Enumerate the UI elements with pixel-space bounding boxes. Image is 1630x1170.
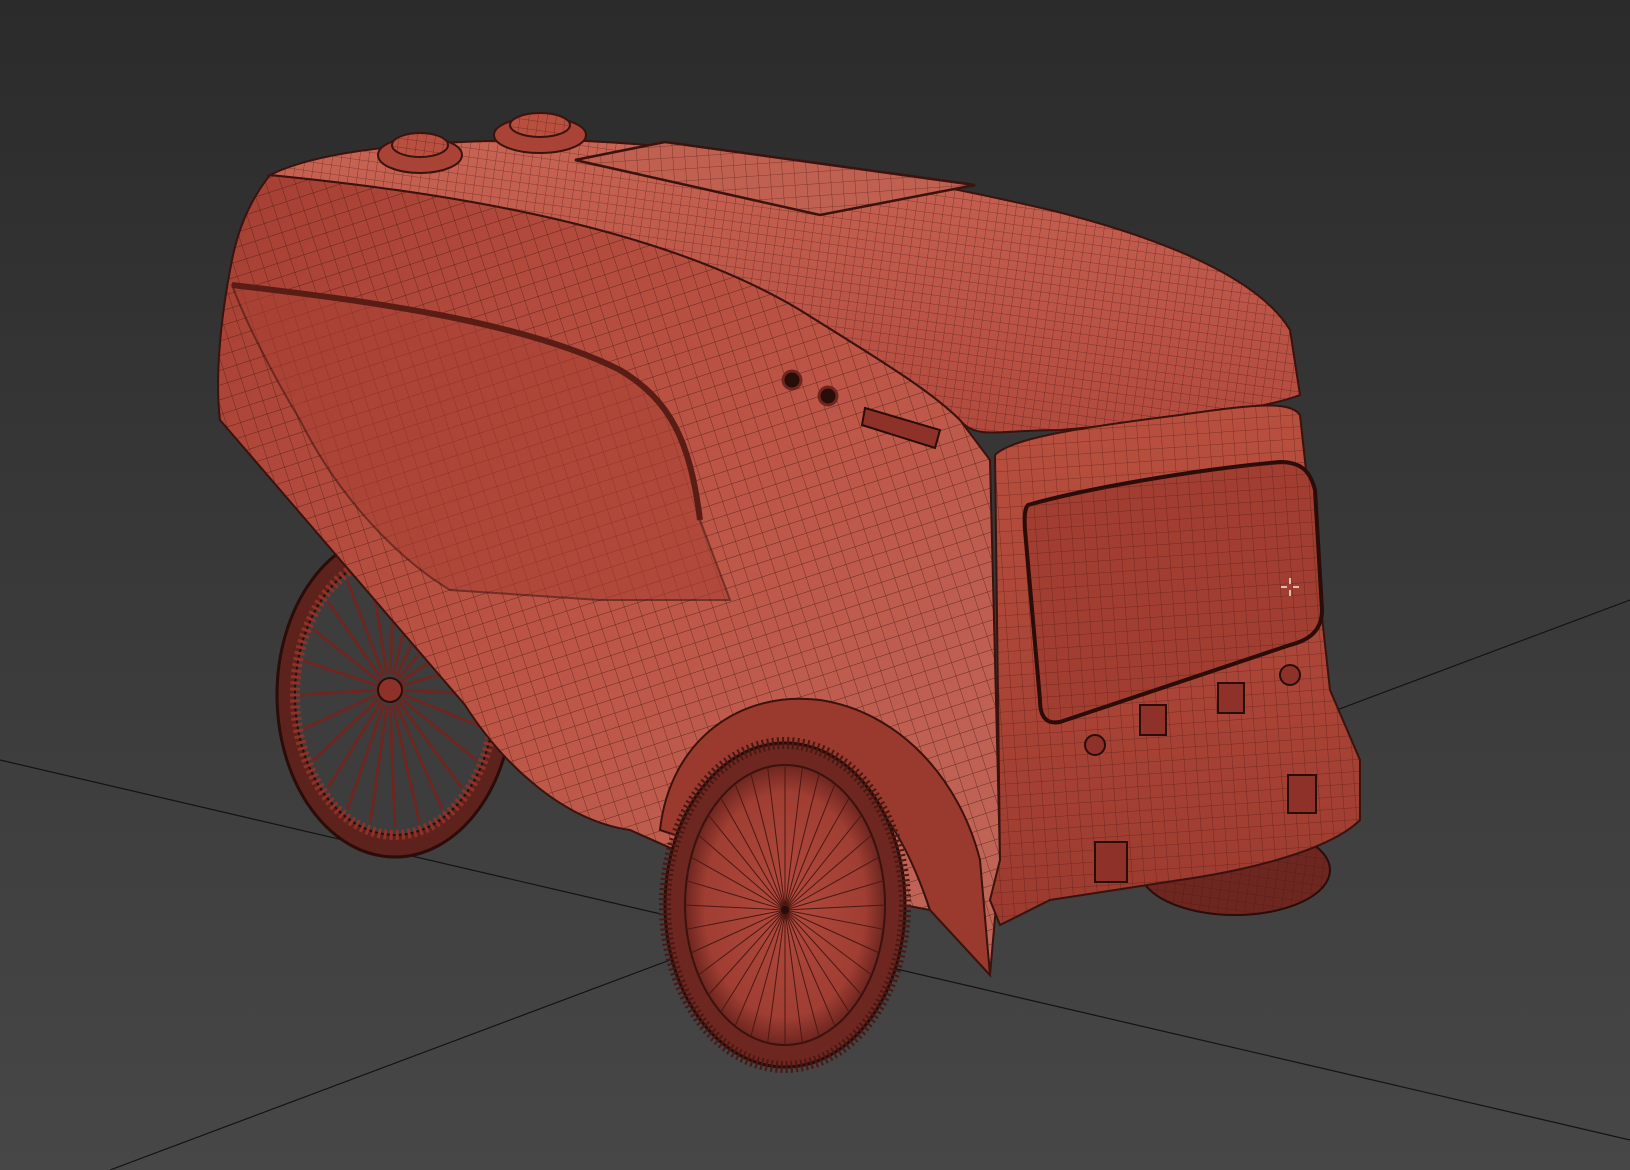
side-camera-icon: [817, 385, 839, 407]
roof-sensor-right: [493, 112, 587, 154]
rear-sensor-icon: [1279, 664, 1301, 686]
front-right-wheel[interactable]: [659, 737, 911, 1073]
3d-viewport[interactable]: [0, 0, 1630, 1170]
side-camera-icon: [781, 369, 803, 391]
viewport-canvas[interactable]: [0, 0, 1630, 1170]
rear-bumper-light: [1287, 774, 1317, 814]
rear-light: [1139, 704, 1167, 736]
rear-light: [1217, 682, 1245, 714]
rear-bumper-light: [1094, 841, 1128, 883]
roof-sensor-left: [377, 132, 463, 174]
rear-sensor-icon: [1084, 734, 1106, 756]
